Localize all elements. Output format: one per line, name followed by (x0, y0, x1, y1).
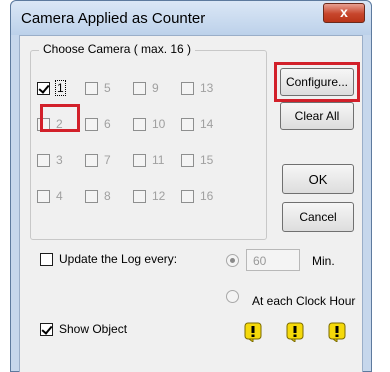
camera-checkbox-12[interactable]: 12 (133, 189, 165, 203)
close-icon: x (340, 4, 348, 20)
camera-checkbox-label: 15 (200, 153, 214, 167)
camera-checkbox-box[interactable] (133, 153, 146, 167)
camera-checkbox-box[interactable] (85, 81, 98, 95)
camera-checkbox-box[interactable] (133, 117, 146, 131)
camera-checkbox-11[interactable]: 11 (133, 153, 164, 167)
update-log-checkbox[interactable]: Update the Log every: (40, 252, 177, 266)
camera-checkbox-label: 6 (104, 117, 111, 131)
camera-checkbox-10[interactable]: 10 (133, 117, 165, 131)
show-object-box[interactable] (40, 322, 53, 336)
cancel-button[interactable]: Cancel (282, 202, 354, 232)
camera-checkbox-1[interactable]: 1 (37, 80, 66, 96)
configure-button[interactable]: Configure... (280, 68, 354, 96)
show-object-label: Show Object (59, 322, 128, 336)
camera-checkbox-7[interactable]: 7 (85, 153, 111, 167)
show-object-checkbox[interactable]: Show Object (40, 322, 127, 336)
minutes-unit-label: Min. (312, 254, 335, 268)
camera-group-box: Choose Camera ( max. 16 ) 1 2 3 4 5 6 7 8 9 10 11 1… (30, 42, 267, 240)
camera-checkbox-label: 2 (56, 117, 63, 131)
camera-checkbox-13[interactable]: 13 (181, 81, 213, 95)
camera-checkbox-box[interactable] (133, 81, 146, 95)
camera-checkbox-label: 11 (152, 153, 165, 167)
camera-checkbox-label: 12 (152, 189, 166, 203)
camera-checkbox-16[interactable]: 16 (181, 189, 213, 203)
camera-checkbox-label: 13 (200, 81, 214, 95)
camera-checkbox-box[interactable] (37, 81, 50, 95)
camera-checkbox-6[interactable]: 6 (85, 117, 111, 131)
clock-hour-label: At each Clock Hour (252, 294, 356, 308)
camera-checkbox-box[interactable] (181, 153, 194, 167)
camera-checkbox-box[interactable] (37, 189, 50, 203)
camera-checkbox-15[interactable]: 15 (181, 153, 213, 167)
title-bar[interactable]: Camera Applied as Counter x (11, 1, 371, 35)
camera-checkbox-4[interactable]: 4 (37, 189, 63, 203)
camera-checkbox-box[interactable] (181, 117, 194, 131)
camera-checkbox-label: 10 (152, 117, 166, 131)
camera-checkbox-label: 1 (55, 80, 66, 96)
camera-checkbox-box[interactable] (133, 189, 146, 203)
minutes-input[interactable]: 60 (246, 249, 300, 271)
window-title: Camera Applied as Counter (21, 10, 206, 27)
camera-checkbox-label: 5 (104, 81, 111, 95)
camera-checkbox-14[interactable]: 14 (181, 117, 213, 131)
camera-checkbox-box[interactable] (37, 117, 50, 131)
clear-all-button[interactable]: Clear All (280, 102, 354, 130)
camera-checkbox-2[interactable]: 2 (37, 117, 63, 131)
update-every-radio[interactable] (226, 254, 239, 267)
camera-checkbox-5[interactable]: 5 (85, 81, 111, 95)
camera-checkbox-9[interactable]: 9 (133, 81, 159, 95)
camera-checkbox-3[interactable]: 3 (37, 153, 63, 167)
camera-checkbox-label: 7 (104, 153, 111, 167)
camera-checkbox-label: 9 (152, 81, 159, 95)
warning-icon (286, 322, 304, 342)
camera-checkbox-box[interactable] (85, 153, 98, 167)
camera-checkbox-label: 4 (56, 189, 63, 203)
camera-checkbox-box[interactable] (181, 189, 194, 203)
warning-icon (328, 322, 346, 342)
camera-group-label: Choose Camera ( max. 16 ) (39, 42, 196, 56)
update-log-label: Update the Log every: (59, 252, 178, 266)
dialog-client-area: Choose Camera ( max. 16 ) 1 2 3 4 5 6 7 8 9 10 11 1… (19, 35, 363, 372)
camera-checkbox-box[interactable] (85, 117, 98, 131)
clock-hour-radio[interactable] (226, 290, 239, 303)
camera-checkbox-label: 8 (104, 189, 111, 203)
camera-checkbox-label: 3 (56, 153, 63, 167)
camera-checkbox-label: 16 (200, 189, 214, 203)
camera-checkbox-label: 14 (200, 117, 214, 131)
warning-icon (244, 322, 262, 342)
update-log-box[interactable] (40, 252, 53, 266)
ok-button[interactable]: OK (282, 164, 354, 194)
camera-checkbox-8[interactable]: 8 (85, 189, 111, 203)
camera-checkbox-box[interactable] (37, 153, 50, 167)
camera-checkbox-box[interactable] (181, 81, 194, 95)
dialog-window: Camera Applied as Counter x Choose Camer… (10, 0, 372, 372)
camera-checkbox-box[interactable] (85, 189, 98, 203)
close-button[interactable]: x (323, 3, 365, 23)
